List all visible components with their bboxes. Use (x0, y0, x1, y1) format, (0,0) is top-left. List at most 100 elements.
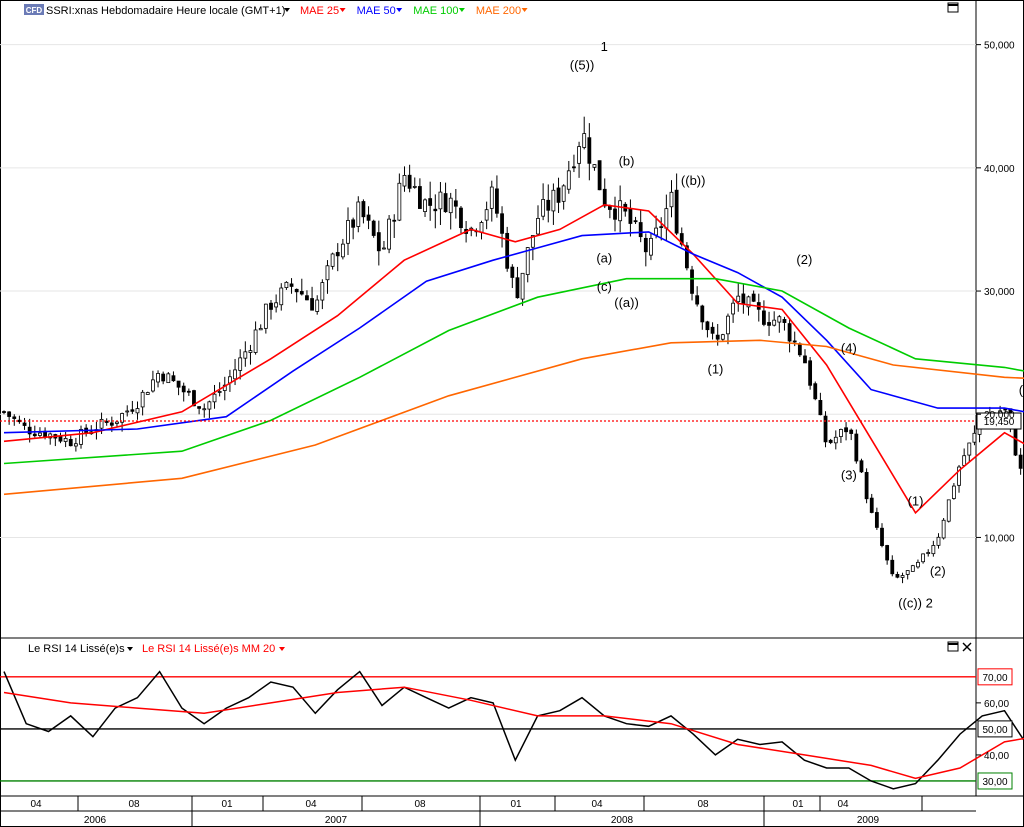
candle-body (710, 326, 715, 334)
candle-body (844, 427, 848, 433)
candle-body (217, 391, 222, 393)
month-label: 08 (697, 799, 709, 810)
candle-body (572, 166, 576, 169)
rsi-level-label: 30,00 (982, 777, 1007, 788)
candle-body (592, 164, 597, 168)
candle-body (582, 133, 587, 148)
candle-body (500, 213, 504, 234)
candle-body (880, 527, 884, 546)
candle-body (926, 552, 931, 554)
candle-body (12, 416, 17, 419)
candle-body (715, 334, 720, 340)
candle-body (741, 293, 746, 305)
rsi-label[interactable]: Le RSI 14 Lissé(e)s (28, 643, 125, 655)
price-tick-label: 10,000 (984, 533, 1015, 544)
rsi-level-label: 50,00 (982, 725, 1007, 736)
candle-body (916, 561, 920, 568)
candle (910, 564, 915, 572)
candle-body (905, 570, 910, 575)
candle-body (495, 188, 499, 214)
candle-body (967, 442, 972, 456)
candle-body (962, 455, 967, 466)
legend-item[interactable]: MAE 25 (300, 5, 339, 17)
candle (859, 458, 864, 473)
candle (941, 518, 946, 540)
candle-body (566, 170, 571, 190)
candle-body (361, 201, 366, 218)
candle-body (140, 391, 145, 408)
candle-body (7, 411, 12, 417)
candle-body (767, 322, 771, 326)
candle-body (289, 283, 294, 287)
candle-body (412, 186, 417, 188)
candle-body (659, 226, 664, 229)
candle-body (669, 191, 674, 208)
candle-body (284, 281, 289, 288)
candle-body (115, 421, 119, 424)
candle-body (551, 189, 556, 212)
candle-body (459, 207, 463, 229)
candle-body (972, 432, 977, 443)
candle (854, 429, 859, 464)
candle-body (320, 282, 325, 301)
instrument-title[interactable]: SSRI:xnas Hebdomadaire Heure locale (GMT… (46, 5, 285, 17)
candle (166, 372, 171, 384)
candle-body (613, 208, 617, 220)
wave-label: (2) (930, 564, 946, 579)
year-label: 2006 (84, 815, 107, 826)
legend-item[interactable]: MAE 50 (357, 5, 396, 17)
month-label: 01 (510, 799, 522, 810)
candle-body (479, 222, 484, 233)
price-maximize-button[interactable] (947, 2, 959, 13)
candle-body (248, 350, 253, 353)
candle-body (443, 193, 448, 213)
candle (864, 468, 869, 504)
candle-body (238, 357, 243, 371)
candle-body (428, 198, 433, 206)
candle-body (181, 385, 186, 393)
candle-body (633, 220, 638, 223)
rsi-header: Le RSI 14 Lissé(e)s Le RSI 14 Lissé(e)s … (28, 643, 285, 655)
candle-body (859, 460, 864, 473)
legend-item[interactable]: MAE 200 (476, 5, 521, 17)
year-label: 2008 (611, 815, 634, 826)
candle-body (849, 429, 854, 434)
candle-body (839, 429, 843, 437)
chart-frame (0, 0, 1024, 827)
candle-body (387, 218, 391, 250)
candle-body (921, 553, 925, 563)
candle-body (720, 334, 725, 340)
candle-body (777, 316, 782, 323)
candle-body (808, 360, 813, 386)
candle-body (258, 328, 263, 331)
candle-body (263, 303, 268, 329)
candle-body (197, 406, 202, 409)
candle-body (628, 208, 633, 224)
candle-body (371, 220, 376, 236)
rsi-ma-label[interactable]: Le RSI 14 Lissé(e)s MM 20 (142, 643, 275, 655)
candle-body (762, 310, 766, 325)
wave-label: ((c)) 2 (898, 596, 933, 611)
candle-body (792, 340, 797, 343)
candle-body (664, 208, 669, 229)
candle-body (541, 199, 546, 217)
price-tick-label: 40,000 (984, 164, 1015, 175)
candle-body (951, 485, 956, 499)
candle-body (874, 512, 879, 528)
candle-body (294, 288, 299, 293)
candle-body (366, 214, 371, 221)
candle-body (607, 205, 612, 210)
candle-body (561, 185, 566, 202)
candle-body (299, 291, 304, 295)
candle-body (58, 436, 63, 442)
candle (356, 196, 361, 233)
rsi-maximize-button[interactable] (947, 641, 959, 652)
candle-body (63, 438, 68, 442)
legend-item[interactable]: MAE 100 (413, 5, 458, 17)
year-label: 2009 (857, 815, 880, 826)
candle-body (109, 422, 114, 426)
candle-body (726, 315, 730, 335)
candle-body (690, 269, 694, 294)
candle-body (782, 319, 787, 323)
candle-body (931, 545, 936, 555)
